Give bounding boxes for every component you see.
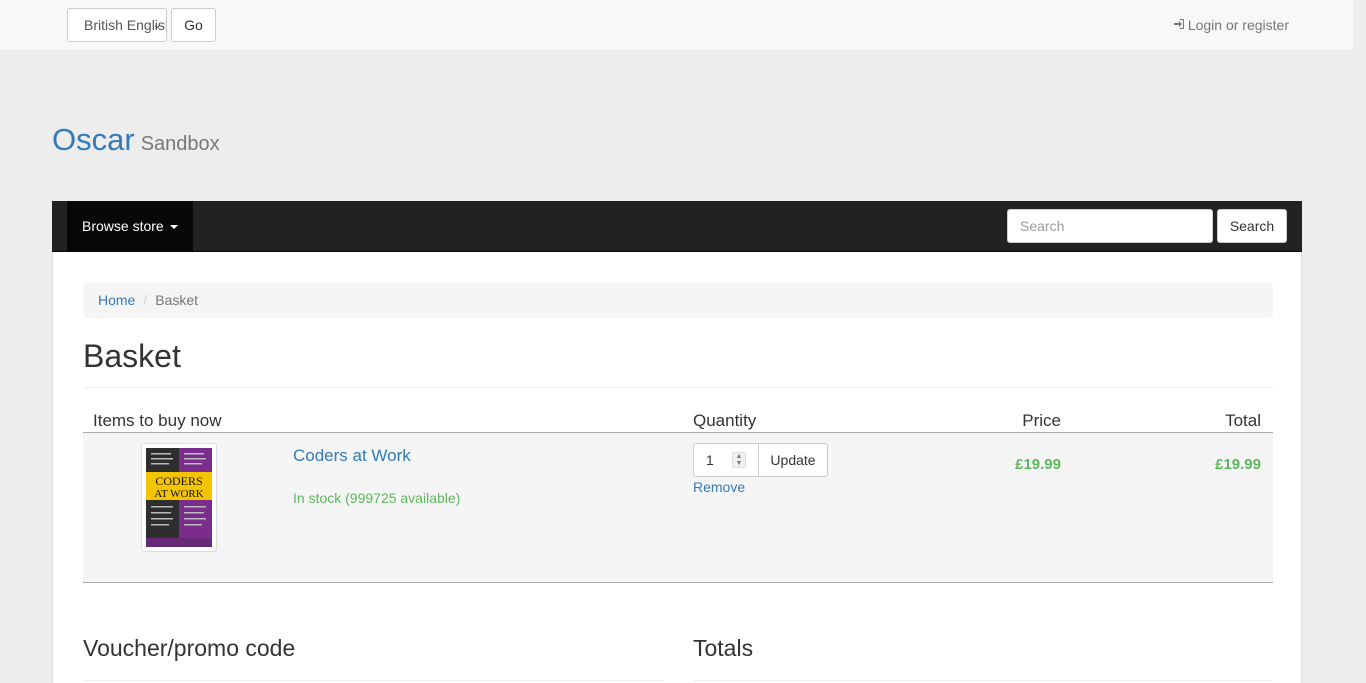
search-button[interactable]: Search bbox=[1217, 209, 1287, 243]
price-header: Price bbox=[1022, 411, 1061, 430]
items-header: Items to buy now bbox=[93, 411, 222, 430]
stock-status: In stock (999725 available) bbox=[293, 490, 461, 506]
svg-text:AT WORK: AT WORK bbox=[154, 488, 203, 500]
login-register-link[interactable]: Login or register bbox=[1173, 17, 1289, 33]
page-title: Basket bbox=[83, 338, 181, 374]
language-go-button[interactable]: Go bbox=[171, 8, 216, 42]
brand-tagline: Sandbox bbox=[140, 133, 220, 155]
voucher-heading: Voucher/promo code bbox=[83, 635, 296, 661]
quantity-input[interactable]: 1 ▲ ▼ bbox=[693, 443, 759, 477]
brand-logo[interactable]: Oscar Sandbox bbox=[52, 122, 220, 158]
login-register-label: Login or register bbox=[1187, 17, 1289, 33]
line-total: £19.99 bbox=[1215, 456, 1261, 473]
chevron-down-icon: ⌄ bbox=[152, 19, 162, 31]
quantity-stepper[interactable]: ▲ ▼ bbox=[732, 452, 746, 468]
sign-in-icon bbox=[1173, 17, 1185, 33]
breadcrumb-separator: / bbox=[143, 292, 148, 308]
search-input[interactable]: Search bbox=[1007, 209, 1213, 243]
top-bar: British English ⌄ Go Login or register bbox=[0, 0, 1353, 51]
browse-store-dropdown[interactable]: Browse store bbox=[67, 201, 193, 251]
line-price: £19.99 bbox=[1015, 456, 1061, 473]
total-header: Total bbox=[1225, 411, 1261, 430]
divider bbox=[83, 680, 663, 681]
brand-name: Oscar bbox=[52, 122, 135, 157]
quantity-value: 1 bbox=[706, 452, 714, 468]
product-thumbnail[interactable]: CODERS AT WORK bbox=[141, 443, 217, 552]
breadcrumb-home-link[interactable]: Home bbox=[98, 292, 135, 308]
totals-heading: Totals bbox=[693, 635, 754, 661]
basket-line-row bbox=[83, 433, 1273, 583]
book-cover-image: CODERS AT WORK bbox=[146, 448, 212, 547]
remove-link[interactable]: Remove bbox=[693, 479, 745, 495]
divider bbox=[693, 680, 1273, 681]
update-button[interactable]: Update bbox=[758, 443, 828, 477]
page-content: Home / Basket Basket Items to buy now Quan… bbox=[52, 252, 1302, 683]
caret-down-icon bbox=[169, 225, 178, 230]
main-navbar: Browse store Search Search bbox=[52, 201, 1302, 252]
svg-text:CODERS: CODERS bbox=[155, 474, 202, 488]
quantity-header: Quantity bbox=[693, 411, 757, 430]
divider bbox=[83, 387, 1273, 388]
breadcrumb-current: Basket bbox=[155, 292, 199, 308]
browse-store-label: Browse store bbox=[82, 218, 164, 234]
product-title-link[interactable]: Coders at Work bbox=[293, 446, 411, 466]
language-select[interactable]: British English ⌄ bbox=[67, 8, 167, 42]
breadcrumb: Home / Basket bbox=[83, 283, 1273, 318]
